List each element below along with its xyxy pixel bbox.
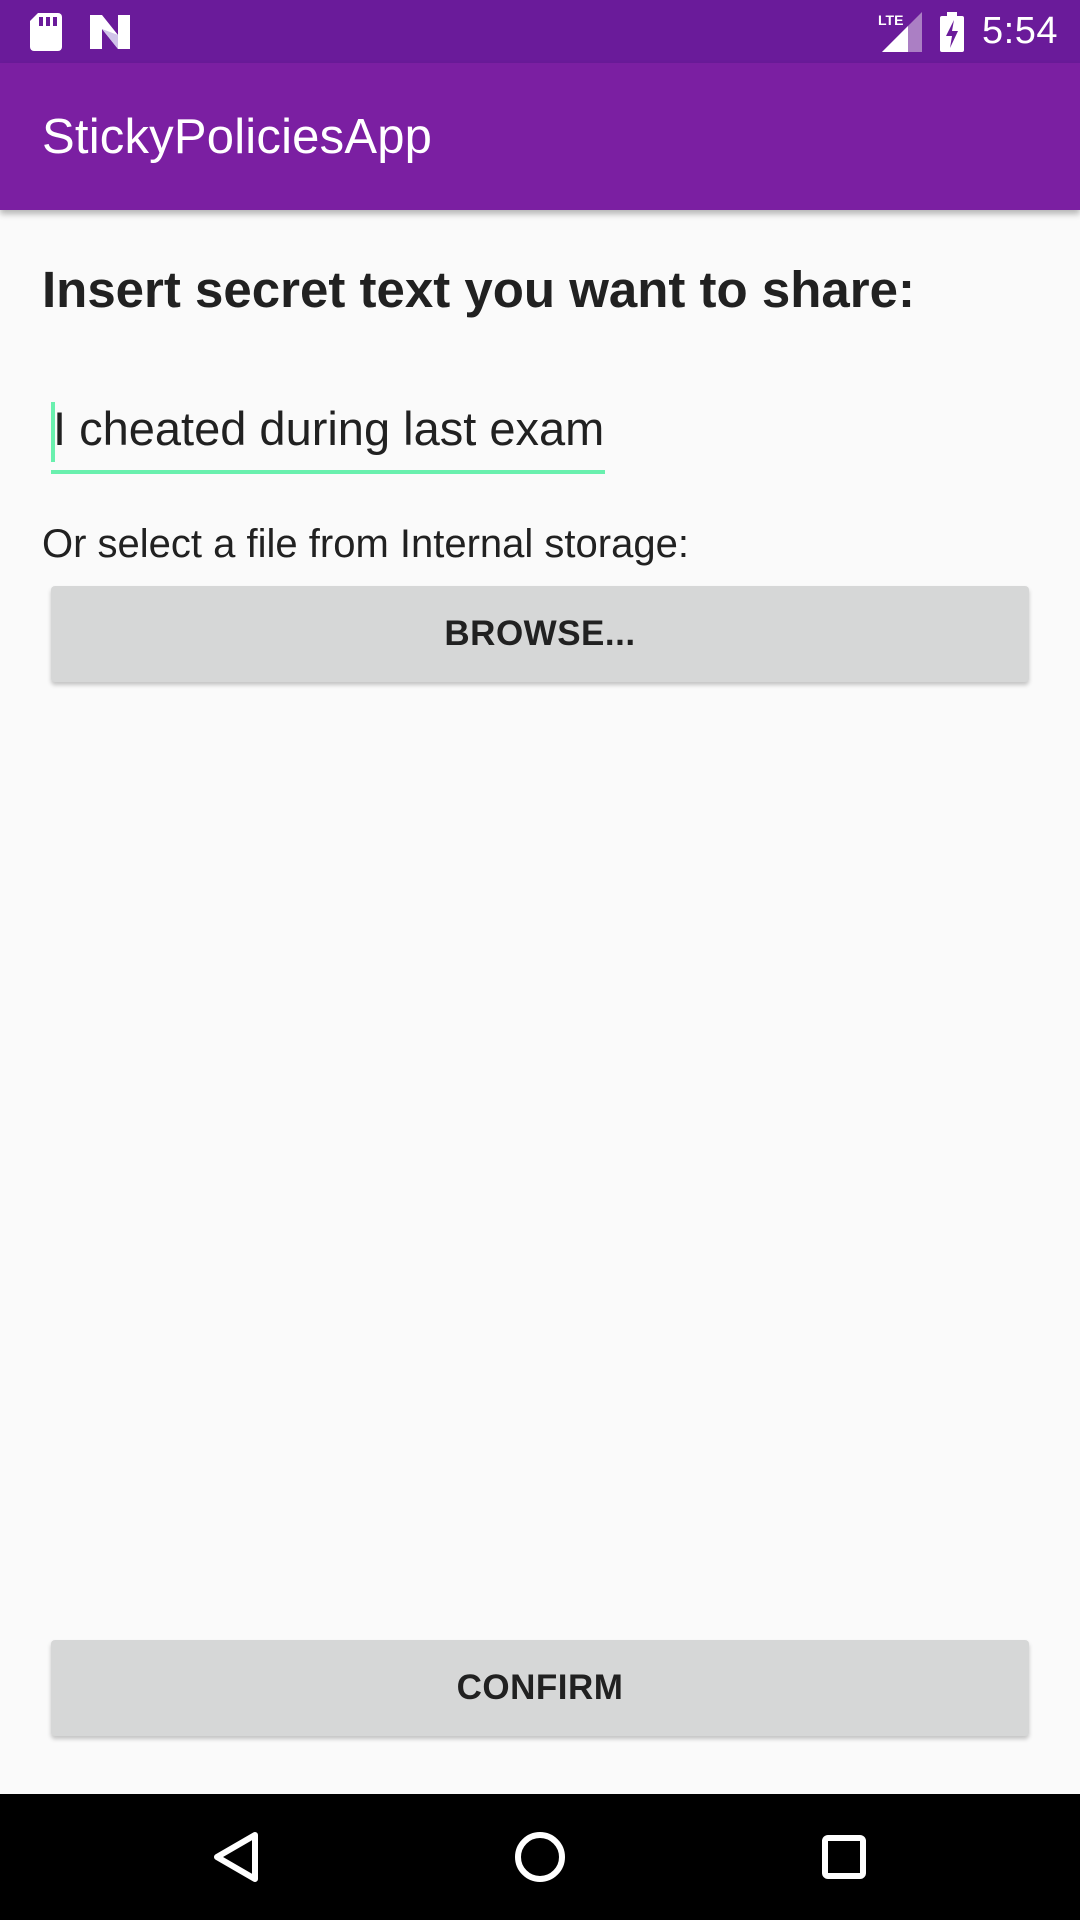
status-bar: LTE 5:54 bbox=[0, 0, 1080, 63]
back-button[interactable] bbox=[196, 1817, 276, 1897]
browse-button[interactable]: BROWSE... bbox=[51, 586, 1029, 682]
network-label: LTE bbox=[878, 12, 903, 28]
app-title: StickyPoliciesApp bbox=[42, 109, 433, 164]
sd-card-icon bbox=[30, 12, 62, 51]
status-right-icons: LTE 5:54 bbox=[878, 10, 1058, 53]
signal-icon: LTE bbox=[878, 11, 923, 52]
recents-icon bbox=[821, 1834, 867, 1880]
back-icon bbox=[213, 1831, 259, 1883]
home-icon bbox=[514, 1831, 566, 1883]
secret-text-input[interactable] bbox=[51, 388, 605, 468]
battery-charging-icon bbox=[940, 11, 965, 52]
status-left-icons bbox=[30, 12, 130, 51]
page-heading: Insert secret text you want to share: bbox=[42, 261, 915, 318]
home-button[interactable] bbox=[500, 1817, 580, 1897]
n-logo-icon bbox=[90, 14, 130, 49]
confirm-button[interactable]: CONFIRM bbox=[51, 1640, 1029, 1736]
input-underline bbox=[51, 470, 605, 474]
app-bar: StickyPoliciesApp bbox=[0, 63, 1080, 210]
recents-button[interactable] bbox=[804, 1817, 884, 1897]
secret-text-field[interactable] bbox=[51, 388, 605, 476]
text-cursor bbox=[51, 402, 55, 462]
status-time: 5:54 bbox=[982, 10, 1058, 52]
main-content: Insert secret text you want to share: Or… bbox=[0, 210, 1080, 1794]
file-select-label: Or select a file from Internal storage: bbox=[42, 522, 689, 566]
navigation-bar bbox=[0, 1794, 1080, 1920]
